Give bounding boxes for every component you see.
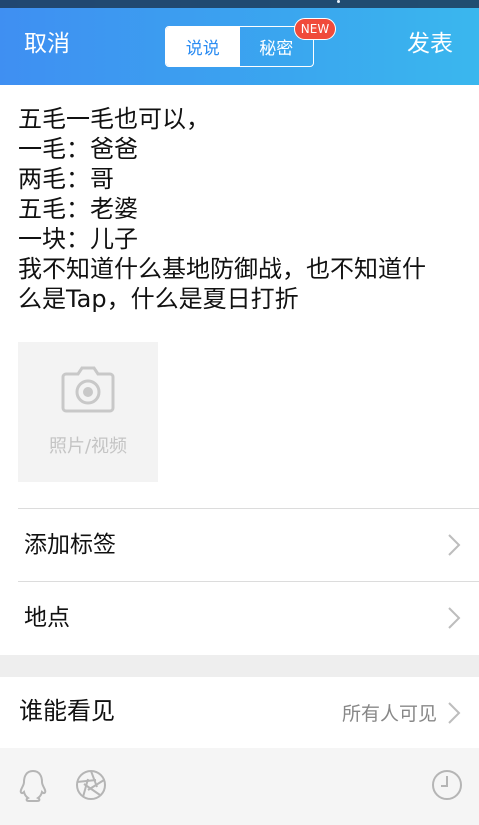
qq-penguin-icon[interactable] xyxy=(16,768,50,802)
aperture-icon[interactable] xyxy=(74,768,108,802)
bottom-toolbar xyxy=(0,748,479,825)
location-label: 地点 xyxy=(24,605,70,631)
chevron-right-icon xyxy=(448,702,461,724)
cancel-button[interactable]: 取消 xyxy=(24,28,70,60)
post-type-switcher: 说说 秘密 xyxy=(165,26,314,67)
publish-button[interactable]: 发表 xyxy=(407,28,453,60)
visibility-value: 所有人可见 xyxy=(341,703,437,725)
visibility-label: 谁能看见 xyxy=(19,697,115,725)
section-gap xyxy=(0,655,479,677)
status-indicator xyxy=(337,0,340,3)
new-badge: NEW xyxy=(294,18,336,40)
tab-shuoshuo[interactable]: 说说 xyxy=(166,27,240,66)
location-row[interactable]: 地点 xyxy=(0,582,479,654)
chevron-right-icon xyxy=(448,534,461,556)
add-tag-row[interactable]: 添加标签 xyxy=(0,509,479,581)
camera-icon xyxy=(61,366,115,413)
add-tag-label: 添加标签 xyxy=(24,532,116,558)
compose-post-screen: 取消 说说 秘密 NEW 发表 五毛一毛也可以， 一毛：爸爸 两毛：哥 五毛：老… xyxy=(0,0,479,825)
clock-icon[interactable] xyxy=(430,768,464,802)
add-photo-video-button[interactable]: 照片/视频 xyxy=(18,342,158,482)
photo-video-label: 照片/视频 xyxy=(48,436,128,457)
post-text-input[interactable]: 五毛一毛也可以， 一毛：爸爸 两毛：哥 五毛：老婆 一块：儿子 我不知道什么基地… xyxy=(18,104,463,314)
header-bar: 取消 说说 秘密 NEW 发表 xyxy=(0,0,479,85)
chevron-right-icon xyxy=(448,607,461,629)
visibility-row[interactable]: 谁能看见 所有人可见 xyxy=(0,677,479,748)
status-bar xyxy=(0,0,479,8)
